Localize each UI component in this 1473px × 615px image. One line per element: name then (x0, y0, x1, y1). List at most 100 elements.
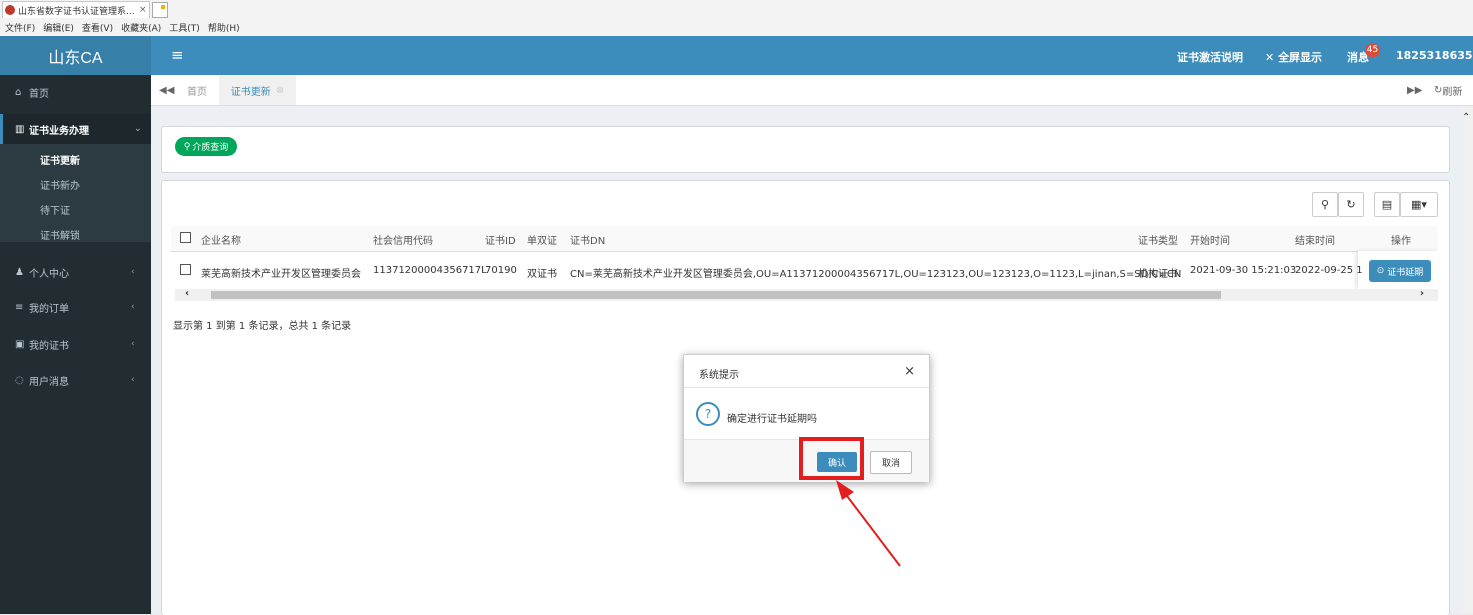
tab-cert-update[interactable]: 证书更新 ⊗ (219, 75, 296, 105)
browser-tab[interactable]: 山东省数字证书认证管理系... × (2, 1, 150, 18)
fullscreen-icon: ✕ (1265, 51, 1275, 64)
scrollbar-thumb[interactable] (211, 291, 1221, 299)
scroll-right-icon[interactable]: › (1420, 288, 1424, 299)
tab-scroll-right-icon[interactable]: ▶▶ (1407, 75, 1422, 105)
cert-extend-label: 证书延期 (1387, 267, 1424, 278)
col-cert-mode[interactable]: 单双证 (527, 232, 557, 247)
search-icon: ⚲ (183, 141, 191, 152)
browser-menu-bar: 文件(F) 编辑(E) 查看(V) 收藏夹(A) 工具(T) 帮助(H) (0, 19, 1473, 37)
media-query-button[interactable]: ⚲ 介质查询 (175, 137, 237, 156)
refresh-icon: ↻ (1434, 84, 1443, 96)
sidebar-sub-cert-update[interactable]: 证书更新 (40, 152, 80, 167)
menu-tools[interactable]: 工具(T) (169, 21, 200, 34)
sidebar-item-label: 首页 (29, 88, 49, 100)
menu-file[interactable]: 文件(F) (5, 21, 35, 34)
activate-help-link[interactable]: 证书激活说明 (1177, 49, 1243, 65)
refresh-tab-button[interactable]: ↻ 刷新 (1434, 75, 1462, 105)
menu-favorites[interactable]: 收藏夹(A) (121, 21, 161, 34)
table-horizontal-scrollbar[interactable]: ‹ › (175, 288, 1438, 301)
media-query-label: 介质查询 (192, 143, 229, 153)
cell-company: 莱芜高新技术产业开发区管理委员会 (201, 269, 361, 280)
sidebar-item-label: 证书业务办理 (29, 125, 89, 137)
cert-extend-button[interactable]: ⊙ 证书延期 (1369, 260, 1431, 282)
col-credit-code[interactable]: 社会信用代码 (373, 232, 433, 247)
sidebar-item-personal-center[interactable]: ♟ 个人中心 ‹ (0, 257, 151, 287)
table-columns-dropdown-icon[interactable]: ▦▾ (1400, 192, 1438, 217)
fullscreen-link[interactable]: ✕ 全屏显示 (1265, 49, 1322, 65)
cell-start-time: 2021-09-30 15:21:03 (1190, 265, 1297, 276)
scroll-up-icon[interactable]: ⌃ (1462, 112, 1470, 123)
tab-label: 证书更新 (230, 86, 271, 98)
col-end-time[interactable]: 结束时间 (1295, 232, 1335, 247)
fullscreen-label: 全屏显示 (1278, 51, 1323, 64)
menu-help[interactable]: 帮助(H) (208, 21, 240, 34)
sidebar-item-user-messages[interactable]: ◌ 用户消息 ‹ (0, 365, 151, 395)
cell-cert-mode: 双证书 (527, 269, 557, 280)
select-all-checkbox[interactable] (180, 232, 191, 243)
table-search-icon[interactable]: ⚲ (1312, 192, 1338, 217)
chevron-left-icon: ‹ (131, 302, 135, 312)
sidebar-item-home[interactable]: ⌂ 首页 (0, 77, 151, 107)
cell-end-time: 2022-09-25 1 (1295, 265, 1363, 276)
sidebar: ⌂ 首页 ▥ 证书业务办理 ⌄ 证书更新 证书新办 待下证 证书解锁 ♟ 个人中… (0, 75, 154, 614)
col-cert-dn[interactable]: 证书DN (570, 232, 605, 247)
query-panel (161, 126, 1450, 173)
sidebar-item-label: 我的订单 (29, 303, 69, 315)
sidebar-item-label: 我的证书 (29, 340, 69, 352)
cell-cert-dn: CN=莱芜高新技术产业开发区管理委员会,OU=A1137120000435671… (570, 269, 1182, 280)
tab-close-icon[interactable]: ⊗ (276, 85, 284, 96)
dialog-header: 系统提示 × (684, 355, 929, 388)
comment-icon: ◌ (15, 374, 24, 386)
scroll-left-icon[interactable]: ‹ (185, 288, 189, 299)
row-checkbox[interactable] (180, 264, 191, 275)
col-cert-type[interactable]: 证书类型 (1138, 232, 1178, 247)
table-refresh-icon[interactable]: ↻ (1338, 192, 1364, 217)
barcode-icon: ▥ (15, 123, 25, 135)
dialog-title: 系统提示 (699, 370, 739, 381)
chevron-left-icon: ‹ (131, 267, 135, 277)
sidebar-item-cert-business[interactable]: ▥ 证书业务办理 ⌄ (0, 114, 154, 144)
brand-logo[interactable]: 山东CA (0, 36, 151, 75)
certificate-icon: ▣ (15, 338, 25, 350)
sidebar-sub-cert-new[interactable]: 证书新办 (40, 177, 80, 192)
sidebar-item-label: 个人中心 (29, 268, 69, 280)
menu-edit[interactable]: 编辑(E) (43, 21, 74, 34)
page-tab-bar: ◀◀ 首页 证书更新 ⊗ ▶▶ ↻ 刷新 (151, 75, 1473, 106)
col-action: 操作 (1391, 236, 1411, 247)
sidebar-item-my-orders[interactable]: ≡ 我的订单 ‹ (0, 292, 151, 322)
close-tab-icon[interactable]: × (139, 5, 149, 15)
col-company[interactable]: 企业名称 (201, 232, 241, 247)
table-toggle-view-icon[interactable]: ▤ (1374, 192, 1400, 217)
chevron-left-icon: ‹ (131, 375, 135, 385)
sidebar-sub-pending[interactable]: 待下证 (40, 202, 70, 217)
question-icon: ? (696, 402, 720, 426)
cell-credit-code: 11371200004356717L (373, 265, 487, 276)
browser-tab-title: 山东省数字证书认证管理系... (18, 6, 135, 17)
col-start-time[interactable]: 开始时间 (1190, 232, 1230, 247)
top-navbar: ≡ 证书激活说明 ✕ 全屏显示 消息 45 18253186357 (151, 36, 1473, 75)
table-header-row (171, 226, 1438, 252)
clock-icon: ⊙ (1376, 266, 1385, 276)
cancel-button[interactable]: 取消 (870, 451, 912, 474)
menu-view[interactable]: 查看(V) (82, 21, 113, 34)
sidebar-sub-cert-unlock[interactable]: 证书解锁 (40, 227, 80, 242)
dialog-close-icon[interactable]: × (904, 364, 915, 379)
cell-cert-type: 机构证书 (1138, 269, 1178, 280)
page-vertical-scrollbar[interactable]: ⌃ (1461, 106, 1473, 614)
dialog-message: 确定进行证书延期吗 (727, 414, 817, 425)
tab-home[interactable]: 首页 (187, 75, 207, 105)
user-icon: ♟ (15, 266, 24, 278)
new-tab-icon[interactable] (152, 2, 168, 18)
col-cert-id[interactable]: 证书ID (485, 232, 516, 247)
highlight-box (799, 437, 864, 480)
message-count-badge: 45 (1365, 44, 1380, 57)
list-icon: ≡ (15, 301, 24, 313)
sidebar-item-my-certs[interactable]: ▣ 我的证书 ‹ (0, 329, 151, 359)
browser-tab-strip: 山东省数字证书认证管理系... × (0, 0, 1473, 19)
tab-scroll-left-icon[interactable]: ◀◀ (159, 75, 174, 105)
pagination-summary: 显示第 1 到第 1 条记录，总共 1 条记录 (173, 321, 352, 332)
user-account[interactable]: 18253186357 (1396, 49, 1473, 62)
cell-cert-id: 70190 (485, 265, 517, 276)
sidebar-item-label: 用户消息 (29, 376, 69, 388)
sidebar-toggle-icon[interactable]: ≡ (171, 46, 184, 64)
